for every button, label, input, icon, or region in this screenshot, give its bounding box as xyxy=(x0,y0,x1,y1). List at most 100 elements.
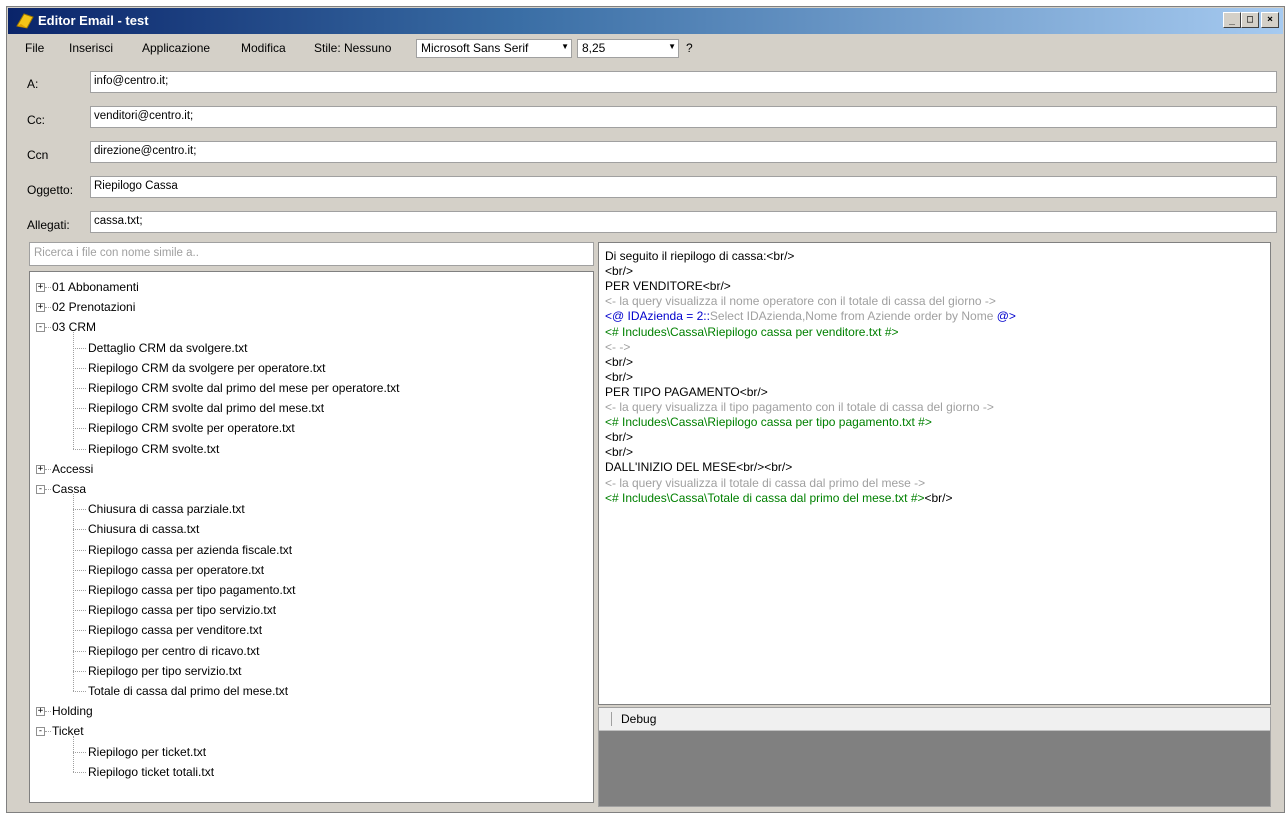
tree-file[interactable]: Riepilogo per centro di ricavo.txt xyxy=(88,642,259,660)
code-token: <# Includes\Cassa\Totale di cassa dal pr… xyxy=(605,490,925,505)
tree-connector xyxy=(73,332,74,449)
maximize-button[interactable]: □ xyxy=(1241,12,1259,28)
menu-bar: File Inserisci Applicazione Modifica Sti… xyxy=(8,36,1283,60)
tree-file[interactable]: Riepilogo cassa per tipo pagamento.txt xyxy=(88,581,295,599)
editor-line: <# Includes\Cassa\Totale di cassa dal pr… xyxy=(605,490,953,506)
tree-node-label: Cassa xyxy=(52,482,87,496)
tree-folder[interactable]: Ticket xyxy=(52,722,84,740)
tree-file[interactable]: Chiusura di cassa.txt xyxy=(88,520,199,538)
debug-header[interactable]: Debug xyxy=(599,708,1270,731)
tree-file[interactable]: Riepilogo CRM svolte dal primo del mese … xyxy=(88,379,399,397)
collapse-icon[interactable]: - xyxy=(36,727,45,737)
editor-line: <- la query visualizza il totale di cass… xyxy=(605,475,925,491)
tree-folder[interactable]: 03 CRM xyxy=(52,318,96,336)
collapse-icon[interactable]: - xyxy=(36,485,45,494)
tree-connector xyxy=(73,670,86,672)
attachments-label: Allegati: xyxy=(27,218,70,232)
tree-node-label: Riepilogo per centro di ricavo.txt xyxy=(88,643,260,658)
tree-connector xyxy=(73,771,86,773)
tree-file[interactable]: Dettaglio CRM da svolgere.txt xyxy=(88,339,247,357)
expand-icon[interactable]: + xyxy=(36,283,45,292)
chevron-down-icon: ▼ xyxy=(561,42,569,51)
tree-connector xyxy=(73,494,74,691)
tree-node-label: Riepilogo CRM da svolgere per operatore.… xyxy=(88,360,326,375)
cc-label: Cc: xyxy=(27,113,45,127)
menu-modifica[interactable]: Modifica xyxy=(241,41,286,55)
font-size-value: 8,25 xyxy=(582,41,606,55)
window-title: Editor Email - test xyxy=(38,13,149,28)
tree-file[interactable]: Riepilogo per tipo servizio.txt xyxy=(88,662,241,680)
tree-folder[interactable]: 01 Abbonamenti xyxy=(52,278,139,296)
tree-connector xyxy=(73,509,86,511)
tree-connector xyxy=(45,489,51,490)
debug-panel: Debug xyxy=(598,707,1271,807)
menu-help[interactable]: ? xyxy=(686,41,693,55)
to-field[interactable]: info@centro.it; xyxy=(90,71,1277,93)
template-tree[interactable]: +01 Abbonamenti +02 Prenotazioni -03 CRM De… xyxy=(29,271,594,803)
tree-file[interactable]: Riepilogo cassa per azienda fiscale.txt xyxy=(88,541,292,559)
tree-connector xyxy=(73,347,86,349)
tree-folder[interactable]: 02 Prenotazioni xyxy=(52,298,135,316)
menu-applicazione[interactable]: Applicazione xyxy=(142,41,210,55)
expand-icon[interactable]: + xyxy=(36,303,45,313)
editor-line: <- -> xyxy=(605,339,630,355)
tree-file[interactable]: Totale di cassa dal primo del mese.txt xyxy=(88,682,288,700)
code-token: <- -> xyxy=(605,339,631,354)
tree-file[interactable]: Riepilogo ticket totali.txt xyxy=(88,763,214,781)
tree-node-label: Riepilogo CRM svolte.txt xyxy=(88,441,220,456)
file-search-input[interactable]: Ricerca i file con nome simile a.. xyxy=(29,242,594,266)
subject-field[interactable]: Riepilogo Cassa xyxy=(90,176,1277,198)
tree-file[interactable]: Riepilogo CRM svolte per operatore.txt xyxy=(88,419,295,437)
tree-connector xyxy=(45,711,51,713)
tree-file[interactable]: Riepilogo cassa per tipo servizio.txt xyxy=(88,601,276,619)
tree-folder[interactable]: Accessi xyxy=(52,460,93,478)
tree-node-label: Riepilogo cassa per tipo pagamento.txt xyxy=(88,583,296,597)
tree-file[interactable]: Riepilogo CRM svolte dal primo del mese.… xyxy=(88,399,324,417)
tree-file[interactable]: Riepilogo per ticket.txt xyxy=(88,743,206,761)
chevron-down-icon: ▼ xyxy=(668,42,676,51)
close-button[interactable]: × xyxy=(1261,12,1279,28)
font-name-select[interactable]: Microsoft Sans Serif ▼ xyxy=(416,39,572,58)
tree-node-label: Totale di cassa dal primo del mese.txt xyxy=(88,684,289,698)
cc-field[interactable]: venditori@centro.it; xyxy=(90,106,1277,128)
editor-line: <br/> xyxy=(605,369,633,385)
bcc-field[interactable]: direzione@centro.it; xyxy=(90,141,1277,163)
tree-node-label: Chiusura di cassa parziale.txt xyxy=(88,502,245,517)
tree-node-label: Riepilogo per tipo servizio.txt xyxy=(88,663,242,678)
code-token: DALL'INIZIO DEL MESE<br/><br/> xyxy=(605,460,793,475)
tree-folder[interactable]: Cassa xyxy=(52,480,86,498)
menu-file[interactable]: File xyxy=(25,41,44,55)
menu-stile[interactable]: Stile: Nessuno xyxy=(314,41,391,55)
code-token: @> xyxy=(996,309,1016,324)
code-token: <- la query visualizza il tipo pagamento… xyxy=(605,400,994,414)
attachments-field[interactable]: cassa.txt; xyxy=(90,211,1277,233)
tree-file[interactable]: Chiusura di cassa parziale.txt xyxy=(88,500,245,518)
debug-label: Debug xyxy=(621,712,657,726)
font-size-select[interactable]: 8,25 ▼ xyxy=(577,39,679,58)
title-bar[interactable]: Editor Email - test _ □ × xyxy=(8,8,1283,34)
email-body-editor[interactable]: Di seguito il riepilogo di cassa:<br/> <b… xyxy=(598,242,1271,705)
to-label: A: xyxy=(27,77,39,91)
tree-connector xyxy=(73,691,86,692)
code-token: <br/> xyxy=(605,264,634,279)
tree-connector xyxy=(73,367,86,369)
code-token: <# Includes\Cassa\Riepilogo cassa per ve… xyxy=(605,324,899,339)
expand-icon[interactable]: + xyxy=(36,464,45,474)
tree-file[interactable]: Riepilogo cassa per venditore.txt xyxy=(88,621,262,639)
editor-line: DALL'INIZIO DEL MESE<br/><br/> xyxy=(605,459,792,475)
menu-inserisci[interactable]: Inserisci xyxy=(69,41,113,55)
tree-folder[interactable]: Holding xyxy=(52,702,93,720)
tree-file[interactable]: Riepilogo CRM da svolgere per operatore.… xyxy=(88,359,325,377)
code-token: <- la query visualizza il totale di cass… xyxy=(605,475,926,490)
minimize-button[interactable]: _ xyxy=(1223,12,1241,28)
collapse-icon[interactable]: - xyxy=(36,323,45,333)
tree-file[interactable]: Riepilogo cassa per operatore.txt xyxy=(88,561,264,579)
expand-icon[interactable]: + xyxy=(36,707,45,717)
tree-node-label: Riepilogo cassa per operatore.txt xyxy=(88,562,265,577)
tree-file[interactable]: Riepilogo CRM svolte.txt xyxy=(88,440,219,458)
tree-node-label: 02 Prenotazioni xyxy=(52,300,136,315)
tree-connector xyxy=(73,428,86,430)
editor-line: <# Includes\Cassa\Riepilogo cassa per ti… xyxy=(605,414,932,430)
subject-label: Oggetto: xyxy=(27,183,74,197)
tree-connector xyxy=(73,736,74,772)
